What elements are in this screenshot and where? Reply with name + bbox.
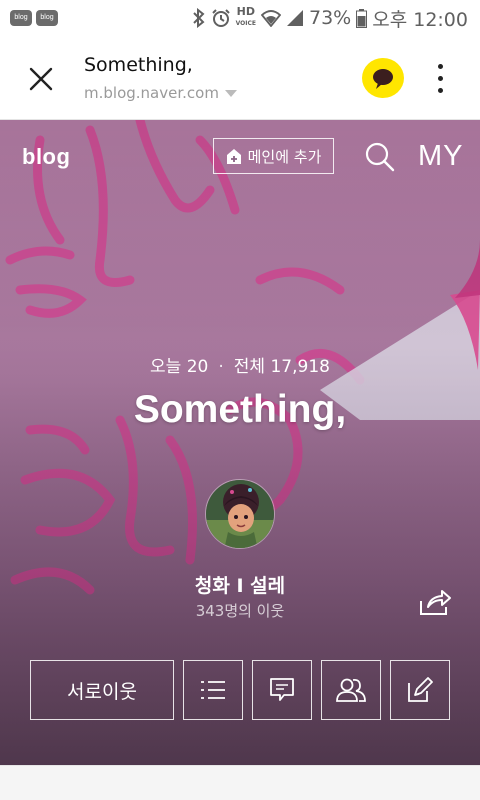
add-neighbor-button[interactable]: 서로이웃	[30, 660, 174, 720]
neighbor-count[interactable]: 343명의 이웃	[0, 600, 480, 621]
more-options-button[interactable]	[430, 62, 450, 96]
blog-logo[interactable]: blog	[22, 144, 70, 170]
signal-icon	[287, 10, 303, 26]
status-bar: blog blog HD VOICE 73% 오후 12:00	[0, 0, 480, 36]
content-strip	[0, 765, 480, 800]
guestbook-button[interactable]	[252, 660, 312, 720]
avatar[interactable]	[205, 479, 275, 549]
alarm-icon	[211, 9, 230, 27]
clock: 오후 12:00	[372, 8, 468, 31]
write-post-button[interactable]	[390, 660, 450, 720]
hd-label: HD	[236, 5, 255, 18]
list-icon	[201, 681, 225, 699]
more-dot	[438, 76, 443, 81]
total-visits: 전체 17,918	[233, 357, 330, 377]
page-title: Something,	[84, 54, 193, 76]
share-button[interactable]	[418, 587, 452, 617]
wifi-icon	[261, 10, 281, 27]
app-root: blog blog HD VOICE 73% 오후 12:00 Something…	[0, 0, 480, 800]
home-add-icon	[226, 149, 241, 164]
more-dot	[438, 88, 443, 93]
battery-icon	[356, 8, 368, 28]
notification-label: blog	[14, 14, 28, 21]
kakao-share-button[interactable]	[362, 58, 404, 98]
kakao-talk-icon	[373, 69, 393, 89]
browser-toolbar: Something, m.blog.naver.com	[0, 36, 480, 120]
write-icon	[408, 677, 433, 702]
nickname[interactable]: 청화 I 설레	[0, 571, 480, 598]
close-icon	[29, 67, 53, 91]
hd-voice-icon: HD VOICE	[235, 5, 256, 27]
today-visits: 오늘 20	[150, 357, 209, 377]
url-text: m.blog.naver.com	[84, 84, 219, 102]
url-dropdown[interactable]: m.blog.naver.com	[84, 84, 237, 102]
profile-image	[206, 480, 274, 548]
post-list-button[interactable]	[183, 660, 243, 720]
blog-notification-icon: blog	[10, 10, 32, 26]
close-button[interactable]	[26, 64, 56, 94]
comment-icon	[270, 678, 294, 701]
search-icon	[365, 142, 395, 172]
blog-action-row: 서로이웃	[30, 660, 450, 720]
chevron-down-icon	[224, 89, 237, 97]
add-to-main-label: 메인에 추가	[247, 147, 322, 166]
battery-percent: 73%	[309, 7, 352, 29]
stats-separator: ·	[218, 357, 224, 377]
add-to-main-button[interactable]: 메인에 추가	[213, 138, 334, 174]
status-icons: HD VOICE 73% 오후 12:00	[192, 5, 468, 31]
neighbors-button[interactable]	[321, 660, 381, 720]
bluetooth-icon	[192, 8, 205, 28]
blog-notification-icon: blog	[36, 10, 58, 26]
notification-label: blog	[40, 14, 54, 21]
add-neighbor-label: 서로이웃	[67, 680, 137, 703]
visit-stats: 오늘 20 · 전체 17,918	[0, 352, 480, 377]
share-icon	[420, 590, 451, 615]
my-button[interactable]: MY	[418, 140, 464, 173]
blog-title: Something,	[133, 388, 347, 431]
blog-cover: blog 메인에 추가 MY 오늘 20 · 전체 17,918 Something…	[0, 120, 480, 765]
people-icon	[336, 678, 366, 702]
more-dot	[438, 64, 443, 69]
search-button[interactable]	[365, 142, 395, 172]
